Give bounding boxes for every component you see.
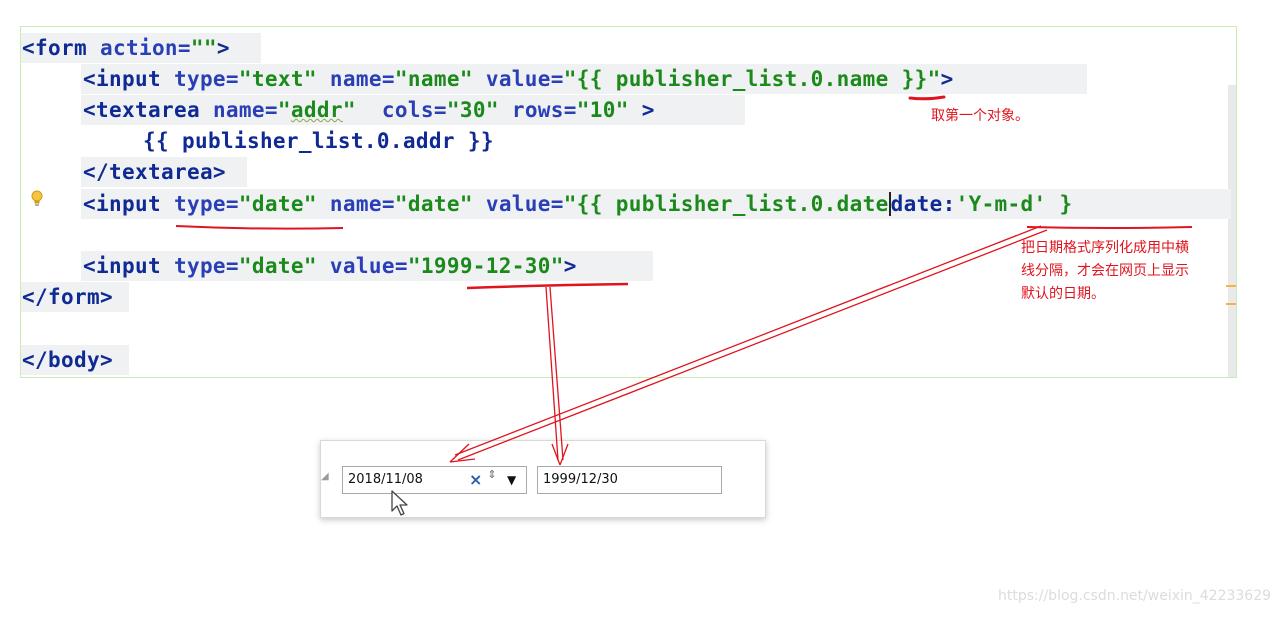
- code-token-string: "date": [394, 192, 473, 216]
- code-token-attr: name=: [316, 192, 395, 216]
- annotation-date-format-line2: 线分隔，才会在网页上显示: [1021, 263, 1189, 279]
- rendered-form-preview: ◢ 2018/11/08 × ⇕ ▼ 1999/12/30: [320, 440, 766, 518]
- code-editor-panel: <form action=""> <input type="text" name…: [20, 26, 1237, 378]
- code-token-filter: date:: [890, 192, 956, 216]
- code-line-textarea-close[interactable]: </textarea>: [83, 159, 226, 185]
- code-token-string: 'Y-m-d': [955, 192, 1047, 216]
- code-token-string: "date": [238, 192, 317, 216]
- editor-warning-marker: [1226, 285, 1236, 287]
- code-token-string: "30": [446, 98, 499, 122]
- code-token-tag: <input: [83, 67, 174, 91]
- code-line-form-open[interactable]: <form action="">: [22, 35, 230, 61]
- lightbulb-icon[interactable]: [30, 190, 44, 208]
- code-token-tag: </textarea>: [83, 160, 226, 184]
- clear-icon[interactable]: ×: [469, 467, 482, 493]
- code-token-attr: action=: [99, 36, 191, 60]
- editor-warning-marker: [1226, 303, 1236, 305]
- code-token-attr: name=: [316, 67, 395, 91]
- editor-scroll-strip[interactable]: [1228, 85, 1236, 377]
- code-line-input-date[interactable]: <input type="date" name="date" value="{{…: [83, 191, 1073, 217]
- dropdown-arrow-icon[interactable]: ▼: [507, 467, 516, 493]
- code-line-template-addr[interactable]: {{ publisher_list.0.addr }}: [143, 128, 494, 154]
- mouse-pointer-icon: [391, 490, 408, 516]
- code-token-tag: >: [216, 36, 230, 60]
- code-token-attr: value=: [472, 67, 564, 91]
- code-token-string: addr: [290, 98, 343, 122]
- code-line-form-close[interactable]: </form>: [22, 284, 113, 310]
- code-line-body-close[interactable]: </body>: [22, 347, 113, 373]
- code-line-textarea-open[interactable]: <textarea name="addr" cols="30" rows="10…: [83, 97, 655, 123]
- annotation-date-format-line3: 默认的日期。: [1021, 286, 1105, 302]
- code-token-tag: <textarea: [83, 98, 213, 122]
- code-token-string: "": [190, 36, 217, 60]
- date-input-1[interactable]: 2018/11/08 × ⇕ ▼: [342, 466, 527, 494]
- code-token-string: "1999-12-30": [407, 254, 564, 278]
- spin-updown-icon[interactable]: ⇕: [487, 466, 497, 480]
- code-token-tag: <form: [22, 36, 100, 60]
- watermark-text: https://blog.csdn.net/weixin_42233629: [998, 588, 1272, 604]
- code-token-template: {{ publisher_list.0.addr }}: [143, 129, 494, 153]
- code-token-tag: >: [628, 98, 655, 122]
- code-token-string: "10": [576, 98, 629, 122]
- code-token-string: ": [342, 98, 356, 122]
- code-token-attr: type=: [173, 67, 239, 91]
- code-token-attr: rows=: [498, 98, 577, 122]
- date-input-2[interactable]: 1999/12/30: [537, 466, 722, 494]
- code-token-attr: value=: [472, 192, 564, 216]
- code-token-string: "text": [238, 67, 317, 91]
- code-token-tag: <input: [83, 254, 174, 278]
- code-line-input-text[interactable]: <input type="text" name="name" value="{{…: [83, 66, 954, 92]
- code-token-attr: type=: [173, 192, 239, 216]
- code-token-tag: <input: [83, 192, 174, 216]
- code-token-attr: name=: [212, 98, 278, 122]
- code-token-string: }: [1046, 192, 1073, 216]
- code-token-tag: >: [940, 67, 954, 91]
- resize-grip-icon[interactable]: ◢: [321, 471, 331, 483]
- code-token-string: "date": [238, 254, 317, 278]
- code-token-string: "{{ publisher_list.0.name }}": [563, 67, 941, 91]
- date-input-1-value: 2018/11/08: [348, 472, 423, 487]
- date-input-2-value: 1999/12/30: [543, 472, 618, 487]
- code-token-attr: type=: [173, 254, 239, 278]
- code-token-string: "{{ publisher_list.0.date: [563, 192, 889, 216]
- code-token-string: "name": [394, 67, 473, 91]
- code-token-tag: </form>: [22, 285, 113, 309]
- code-token-tag: </body>: [22, 348, 113, 372]
- code-token-attr: value=: [316, 254, 408, 278]
- code-line-input-date-static[interactable]: <input type="date" value="1999-12-30">: [83, 253, 577, 279]
- annotation-first-object: 取第一个对象。: [931, 108, 1029, 124]
- code-token-tag: >: [563, 254, 577, 278]
- annotation-date-format-line1: 把日期格式序列化成用中横: [1021, 240, 1189, 256]
- code-token-attr: cols=: [355, 98, 447, 122]
- code-token-string: ": [277, 98, 291, 122]
